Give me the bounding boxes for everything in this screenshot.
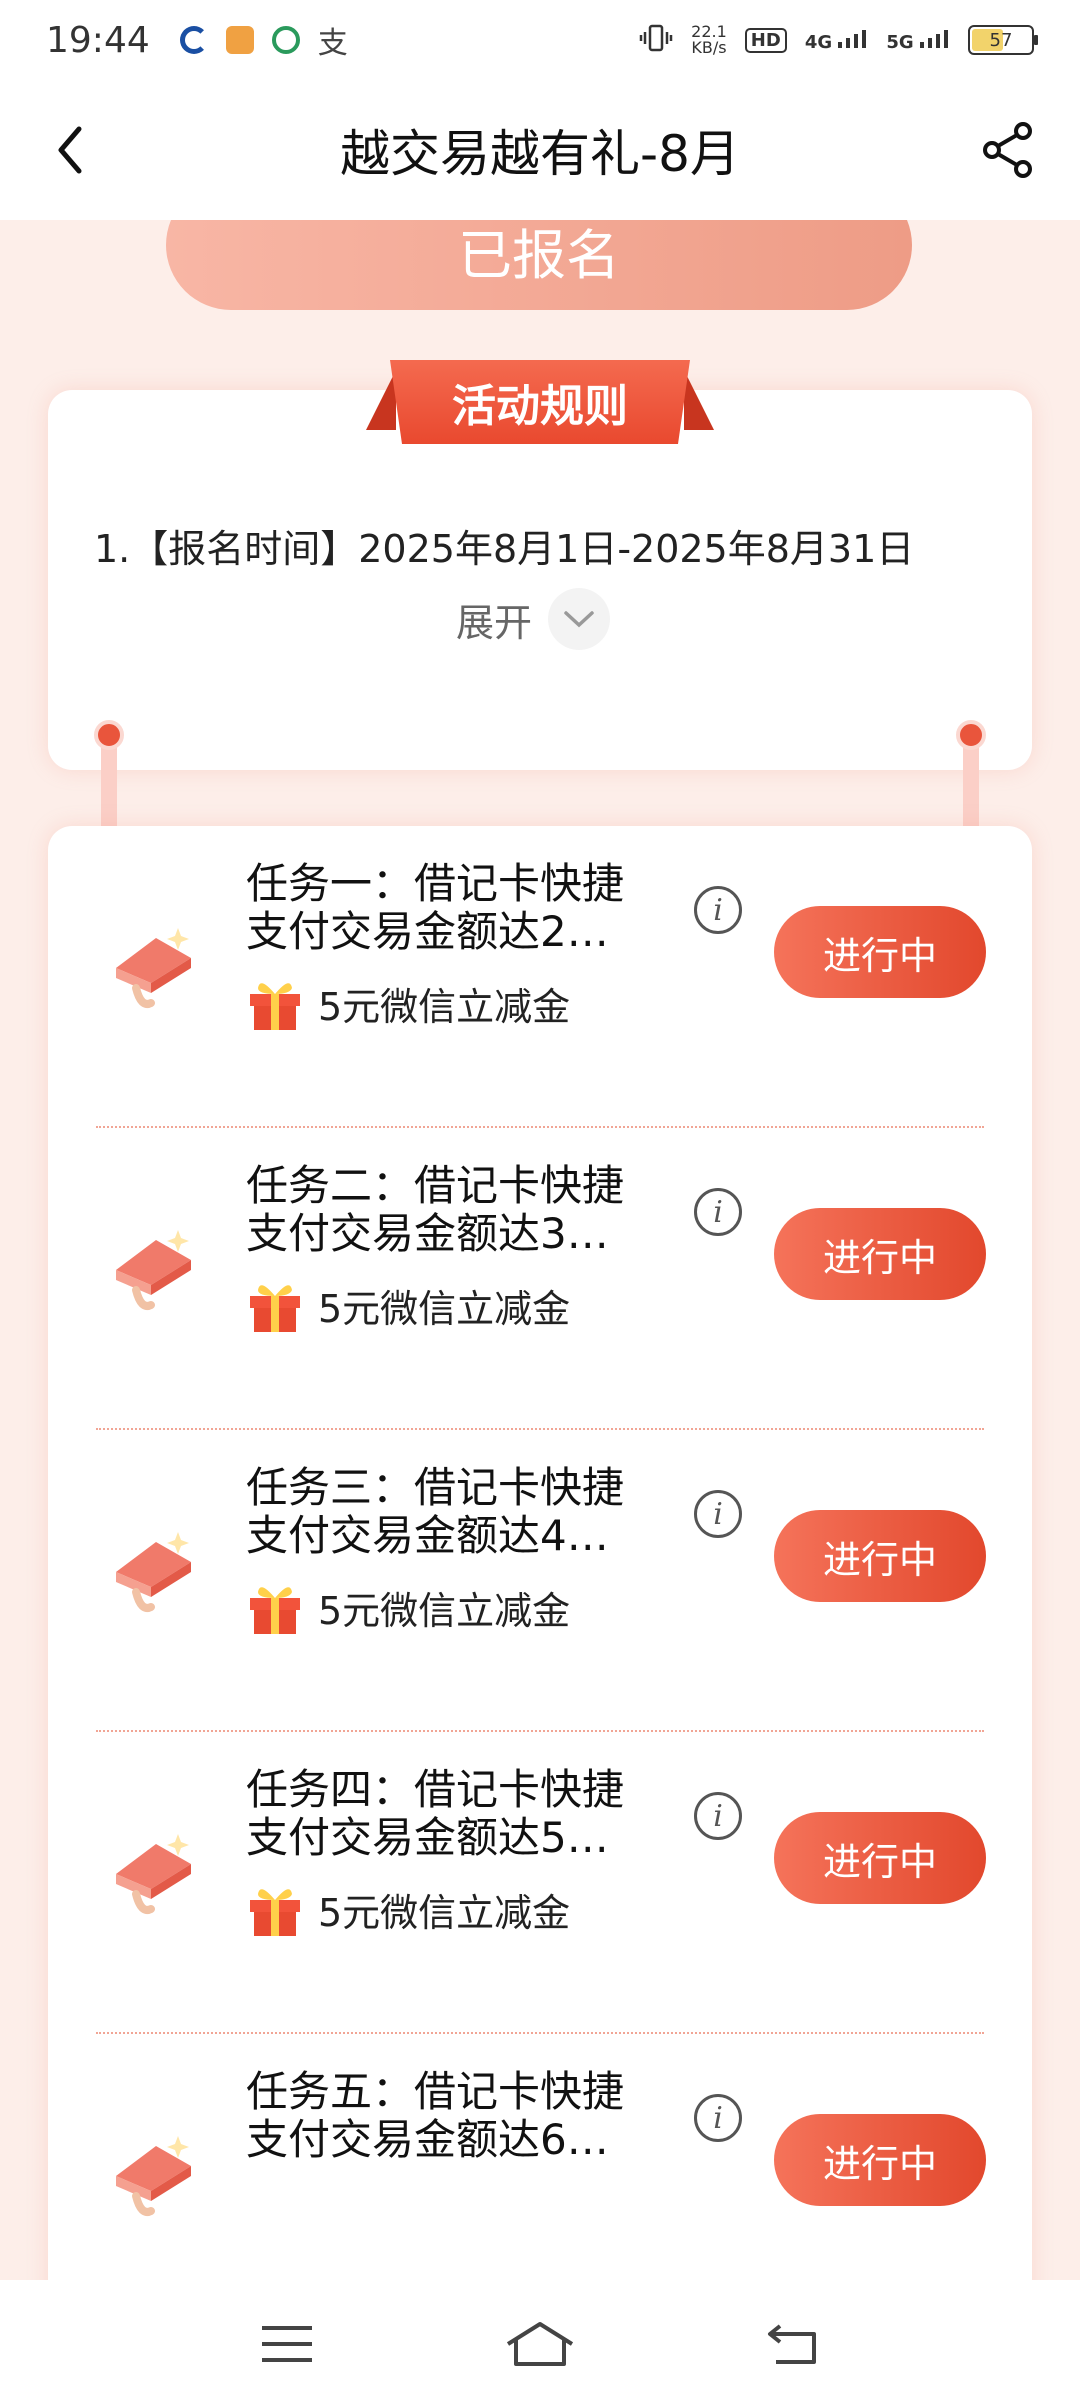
rules-banner: 活动规则 [366, 360, 714, 444]
expand-toggle[interactable]: 展开 [456, 588, 611, 650]
task-status-label: 进行中 [822, 1839, 937, 1884]
system-nav-bar [0, 2280, 1080, 2408]
return-icon [768, 2324, 817, 2364]
page-title: 越交易越有礼-8月 [340, 125, 740, 183]
rules-card [48, 390, 1032, 770]
alipay-icon: 支 [317, 26, 348, 61]
vibrate-icon [639, 23, 673, 58]
rule-item: 1.【报名时间】2025年8月1日-2025年8月31日 [94, 527, 915, 571]
task-thumb-icon [116, 2136, 191, 2216]
task-name-line1: 任务四：借记卡快捷 [246, 1766, 625, 1814]
signed-up-label: 已报名 [458, 223, 620, 287]
task-name: 任务五：借记卡快捷 支付交易金额达6… [246, 2068, 686, 2164]
info-icon[interactable]: i [694, 886, 742, 934]
task-name: 任务一：借记卡快捷 支付交易金额达2… [246, 860, 686, 956]
task-item: 任务三：借记卡快捷 支付交易金额达4… i 5元微信立减金 进行中 [48, 1430, 1032, 1732]
task-name: 任务四：借记卡快捷 支付交易金额达5… [246, 1766, 686, 1862]
task-name: 任务三：借记卡快捷 支付交易金额达4… [246, 1464, 686, 1560]
battery-icon: 57 [968, 25, 1038, 55]
info-icon[interactable]: i [694, 1792, 742, 1840]
gift-icon [250, 983, 300, 1030]
task-item: 任务一：借记卡快捷 支付交易金额达2… i 5元微信立减金 进行中 [48, 826, 1032, 1128]
info-icon[interactable]: i [694, 1490, 742, 1538]
task-reward: 5元微信立减金 [246, 1578, 570, 1636]
task-reward-label: 5元微信立减金 [318, 1588, 571, 1633]
task-thumb-icon [116, 1834, 191, 1914]
gift-icon [250, 1587, 300, 1634]
task-name-line2: 支付交易金额达5… [246, 1814, 609, 1862]
task-name-line1: 任务五：借记卡快捷 [246, 2068, 625, 2116]
signal-4g-label: 4G [804, 31, 833, 53]
task-name-line1: 任务二：借记卡快捷 [246, 1162, 625, 1210]
task-thumb-icon [116, 1532, 191, 1612]
task-item: 任务四：借记卡快捷 支付交易金额达5… i 5元微信立减金 进行中 [48, 1732, 1032, 2034]
hd-badge: HD [744, 27, 787, 53]
signal-bars-icon [838, 29, 867, 48]
page-header: 越交易越有礼-8月 [0, 80, 1080, 220]
task-status-button[interactable]: 进行中 [774, 906, 986, 998]
share-button[interactable] [976, 118, 1040, 182]
task-status-button[interactable]: 进行中 [774, 2114, 986, 2206]
back-nav-button[interactable] [748, 2309, 838, 2379]
task-name-line2: 支付交易金额达2… [246, 908, 609, 956]
task-status-label: 进行中 [822, 933, 937, 978]
game-app-icon [225, 26, 254, 54]
notification-icons: 支 [179, 18, 348, 62]
task-status-button[interactable]: 进行中 [774, 1812, 986, 1904]
bank-app-icon [179, 26, 208, 54]
task-reward: 5元微信立减金 [246, 1276, 570, 1334]
net-speed: 22.1 KB/s [691, 24, 727, 56]
task-status-label: 进行中 [822, 2141, 937, 2186]
task-thumb-icon [116, 928, 191, 1008]
chevron-left-icon [58, 126, 82, 174]
signal-4g: 4G [805, 28, 869, 53]
task-name-line2: 支付交易金额达3… [246, 1210, 609, 1258]
task-status-label: 进行中 [822, 1235, 937, 1280]
expand-label: 展开 [456, 600, 533, 645]
content-area[interactable]: 已报名 活动规则 1.【报名时间】2025年8月1日-2025年8月31日 展开 [0, 220, 1080, 2280]
gift-icon [250, 1889, 300, 1936]
task-status-label: 进行中 [822, 1537, 937, 1582]
green-app-icon [271, 26, 300, 54]
task-reward: 5元微信立减金 [246, 974, 570, 1032]
task-name: 任务二：借记卡快捷 支付交易金额达3… [246, 1162, 686, 1258]
menu-button[interactable] [242, 2309, 332, 2379]
info-icon[interactable]: i [694, 1188, 742, 1236]
home-icon [506, 2322, 574, 2366]
task-name-line1: 任务一：借记卡快捷 [246, 860, 625, 908]
task-item: 任务二：借记卡快捷 支付交易金额达3… i 5元微信立减金 进行中 [48, 1128, 1032, 1430]
signal-bars-icon [920, 29, 948, 48]
net-speed-unit: KB/s [691, 38, 727, 57]
signed-up-button[interactable]: 已报名 [166, 220, 912, 310]
info-icon[interactable]: i [694, 2094, 742, 2142]
task-reward-label: 5元微信立减金 [318, 1286, 571, 1331]
back-button[interactable] [40, 120, 100, 180]
task-list: 任务一：借记卡快捷 支付交易金额达2… i 5元微信立减金 进行中 任务二：借记… [48, 826, 1032, 2280]
task-name-line1: 任务三：借记卡快捷 [246, 1464, 625, 1512]
menu-icon [261, 2326, 312, 2362]
task-name-line2: 支付交易金额达6… [246, 2116, 609, 2164]
rules-title: 活动规则 [452, 381, 628, 432]
task-reward: 5元微信立减金 [246, 1880, 570, 1938]
task-reward-label: 5元微信立减金 [318, 984, 571, 1029]
gift-icon [250, 1285, 300, 1332]
status-time: 19:44 [46, 19, 150, 61]
signal-5g-label: 5G [886, 31, 914, 53]
signal-5g: 5G [886, 28, 950, 53]
home-button[interactable] [495, 2309, 585, 2379]
chevron-down-icon [548, 588, 611, 650]
battery-level: 57 [989, 29, 1013, 51]
status-bar: 19:44 支 22.1 KB/s HD 4G 5G 57 [0, 0, 1080, 80]
task-status-button[interactable]: 进行中 [774, 1208, 986, 1300]
task-reward-label: 5元微信立减金 [318, 1890, 571, 1935]
task-thumb-icon [116, 1230, 191, 1310]
task-status-button[interactable]: 进行中 [774, 1510, 986, 1602]
task-item: 任务五：借记卡快捷 支付交易金额达6… i 进行中 [48, 2034, 1032, 2280]
share-icon [983, 122, 1032, 178]
task-name-line2: 支付交易金额达4… [246, 1512, 609, 1560]
